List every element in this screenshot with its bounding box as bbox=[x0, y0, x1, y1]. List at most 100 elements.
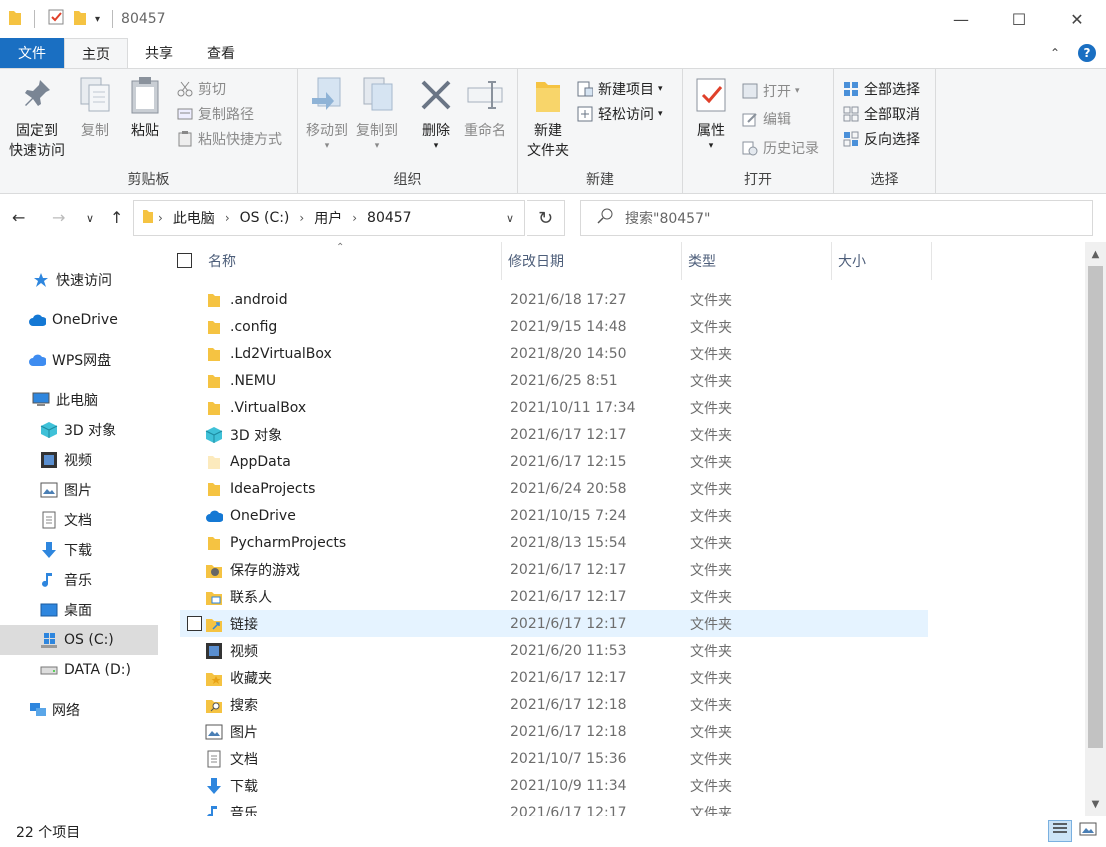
tab-home[interactable]: 主页 bbox=[64, 38, 128, 68]
nav-item-3d-objects[interactable]: 3D 对象 bbox=[0, 415, 158, 445]
copy-button[interactable]: 复制 bbox=[74, 75, 116, 141]
minimize-button[interactable]: — bbox=[932, 0, 990, 38]
nav-item-this-pc[interactable]: 此电脑 bbox=[0, 385, 158, 415]
table-row[interactable]: 链接 2021/6/17 12:17 文件夹 bbox=[180, 610, 928, 637]
folder-icon bbox=[205, 291, 223, 309]
vertical-scrollbar[interactable]: ▲ ▼ bbox=[1085, 242, 1106, 816]
tab-share[interactable]: 共享 bbox=[128, 38, 190, 68]
up-arrow-icon[interactable]: ↑ bbox=[110, 208, 123, 227]
delete-button[interactable]: 删除 ▾ bbox=[416, 75, 456, 151]
back-arrow-icon[interactable]: ← bbox=[12, 208, 25, 227]
invert-selection-icon bbox=[842, 130, 860, 148]
new-folder-button[interactable]: 新建 文件夹 bbox=[524, 75, 572, 161]
new-item-button[interactable]: 新建项目 ▾ bbox=[576, 77, 663, 101]
table-row[interactable]: 联系人 2021/6/17 12:17 文件夹 bbox=[180, 583, 928, 610]
nav-item-downloads[interactable]: 下载 bbox=[0, 535, 158, 565]
large-icons-view-icon bbox=[1079, 822, 1097, 840]
chevron-right-icon[interactable]: › bbox=[225, 211, 230, 225]
nav-item-quick-access[interactable]: 快速访问 bbox=[0, 265, 158, 295]
paste-shortcut-button[interactable]: 粘贴快捷方式 bbox=[176, 127, 282, 151]
properties-check-icon[interactable] bbox=[47, 8, 65, 30]
table-row[interactable]: 3D 对象 2021/6/17 12:17 文件夹 bbox=[180, 421, 928, 448]
drive-icon bbox=[40, 661, 58, 679]
column-header-date[interactable]: 修改日期 bbox=[502, 242, 682, 280]
table-row[interactable]: .android 2021/6/18 17:27 文件夹 bbox=[180, 286, 928, 313]
address-bar[interactable]: › 此电脑 › OS (C:) › 用户 › 80457 ∨ bbox=[133, 200, 525, 236]
maximize-button[interactable]: ☐ bbox=[990, 0, 1048, 38]
select-none-button[interactable]: 全部取消 bbox=[842, 102, 920, 126]
table-row[interactable]: 保存的游戏 2021/6/17 12:17 文件夹 bbox=[180, 556, 928, 583]
table-row[interactable]: AppData 2021/6/17 12:15 文件夹 bbox=[180, 448, 928, 475]
table-row[interactable]: IdeaProjects 2021/6/24 20:58 文件夹 bbox=[180, 475, 928, 502]
scrollbar-thumb[interactable] bbox=[1088, 266, 1103, 748]
table-row[interactable]: .NEMU 2021/6/25 8:51 文件夹 bbox=[180, 367, 928, 394]
table-row[interactable]: 音乐 2021/6/17 12:17 文件夹 bbox=[180, 799, 928, 816]
table-row[interactable]: OneDrive 2021/10/15 7:24 文件夹 bbox=[180, 502, 928, 529]
search-box[interactable]: 搜索"80457" bbox=[580, 200, 1093, 236]
breadcrumb-80457[interactable]: 80457 bbox=[367, 210, 412, 226]
easy-access-button[interactable]: 轻松访问 ▾ bbox=[576, 102, 663, 126]
nav-item-desktop[interactable]: 桌面 bbox=[0, 595, 158, 625]
history-button[interactable]: 历史记录 bbox=[741, 136, 819, 160]
table-row[interactable]: 文档 2021/10/7 15:36 文件夹 bbox=[180, 745, 928, 772]
tab-file[interactable]: 文件 bbox=[0, 38, 64, 68]
tab-view[interactable]: 查看 bbox=[190, 38, 252, 68]
select-all-checkbox[interactable] bbox=[177, 253, 192, 268]
table-row[interactable]: 收藏夹 2021/6/17 12:17 文件夹 bbox=[180, 664, 928, 691]
column-header-type[interactable]: 类型 bbox=[682, 242, 832, 280]
help-icon[interactable]: ? bbox=[1078, 44, 1096, 62]
customize-toolbar-icon[interactable]: ▾ bbox=[95, 14, 100, 25]
table-row[interactable]: 下载 2021/10/9 11:34 文件夹 bbox=[180, 772, 928, 799]
nav-item-onedrive[interactable]: OneDrive bbox=[0, 305, 158, 335]
column-header-size[interactable]: 大小 bbox=[832, 242, 932, 280]
recent-locations-chevron-icon[interactable]: ∨ bbox=[86, 212, 94, 225]
nav-item-pictures[interactable]: 图片 bbox=[0, 475, 158, 505]
new-group: 新建 文件夹 新建项目 ▾ 轻松访问 ▾ 新建 bbox=[518, 69, 683, 193]
scroll-up-arrow-icon[interactable]: ▲ bbox=[1085, 244, 1106, 264]
column-header-name[interactable]: 名称 bbox=[202, 242, 502, 280]
chevron-up-icon[interactable]: ⌃ bbox=[1050, 46, 1060, 60]
open-button[interactable]: 打开 ▾ bbox=[741, 79, 800, 103]
breadcrumb-users[interactable]: 用户 bbox=[314, 208, 342, 228]
table-row[interactable]: .config 2021/9/15 14:48 文件夹 bbox=[180, 313, 928, 340]
table-row[interactable]: .VirtualBox 2021/10/11 17:34 文件夹 bbox=[180, 394, 928, 421]
paste-button[interactable]: 粘贴 bbox=[122, 75, 168, 141]
details-view-button[interactable] bbox=[1048, 820, 1072, 842]
breadcrumb-os-c[interactable]: OS (C:) bbox=[240, 210, 290, 226]
invert-selection-button[interactable]: 反向选择 bbox=[842, 127, 920, 151]
edit-button[interactable]: 编辑 bbox=[741, 107, 791, 131]
properties-button[interactable]: 属性 ▾ bbox=[691, 75, 731, 151]
table-row[interactable]: 视频 2021/6/20 11:53 文件夹 bbox=[180, 637, 928, 664]
table-row[interactable]: .Ld2VirtualBox 2021/8/20 14:50 文件夹 bbox=[180, 340, 928, 367]
rename-button[interactable]: 重命名 bbox=[460, 75, 510, 141]
forward-arrow-icon[interactable]: → bbox=[52, 208, 65, 227]
nav-item-music[interactable]: 音乐 bbox=[0, 565, 158, 595]
table-row[interactable]: 搜索 2021/6/17 12:18 文件夹 bbox=[180, 691, 928, 718]
pin-quick-access-button[interactable]: 固定到 快速访问 bbox=[6, 75, 68, 161]
nav-item-videos[interactable]: 视频 bbox=[0, 445, 158, 475]
close-button[interactable]: ✕ bbox=[1048, 0, 1106, 38]
chevron-right-icon[interactable]: › bbox=[299, 211, 304, 225]
chevron-right-icon[interactable]: › bbox=[352, 211, 357, 225]
refresh-button[interactable]: ↻ bbox=[527, 200, 565, 236]
nav-item-data-d[interactable]: DATA (D:) bbox=[0, 655, 158, 685]
chevron-right-icon[interactable]: › bbox=[158, 211, 163, 225]
row-checkbox[interactable] bbox=[187, 616, 202, 631]
scroll-down-arrow-icon[interactable]: ▼ bbox=[1085, 794, 1106, 814]
nav-item-documents[interactable]: 文档 bbox=[0, 505, 158, 535]
copy-to-button[interactable]: 复制到 ▾ bbox=[354, 75, 400, 151]
table-row[interactable]: PycharmProjects 2021/8/13 15:54 文件夹 bbox=[180, 529, 928, 556]
select-all-button[interactable]: 全部选择 bbox=[842, 77, 920, 101]
new-folder-icon[interactable] bbox=[73, 8, 87, 30]
table-row[interactable]: 图片 2021/6/17 12:18 文件夹 bbox=[180, 718, 928, 745]
address-dropdown-chevron-icon[interactable]: ∨ bbox=[506, 212, 514, 225]
breadcrumb-this-pc[interactable]: 此电脑 bbox=[173, 208, 215, 228]
search-folder-icon bbox=[205, 696, 223, 714]
move-to-button[interactable]: 移动到 ▾ bbox=[304, 75, 350, 151]
nav-item-wps-drive[interactable]: WPS网盘 bbox=[0, 345, 158, 375]
nav-item-os-c[interactable]: OS (C:) bbox=[0, 625, 158, 655]
large-icons-view-button[interactable] bbox=[1076, 820, 1100, 842]
copy-path-button[interactable]: 复制路径 bbox=[176, 102, 254, 126]
cut-button[interactable]: 剪切 bbox=[176, 77, 226, 101]
nav-item-network[interactable]: 网络 bbox=[0, 695, 158, 725]
